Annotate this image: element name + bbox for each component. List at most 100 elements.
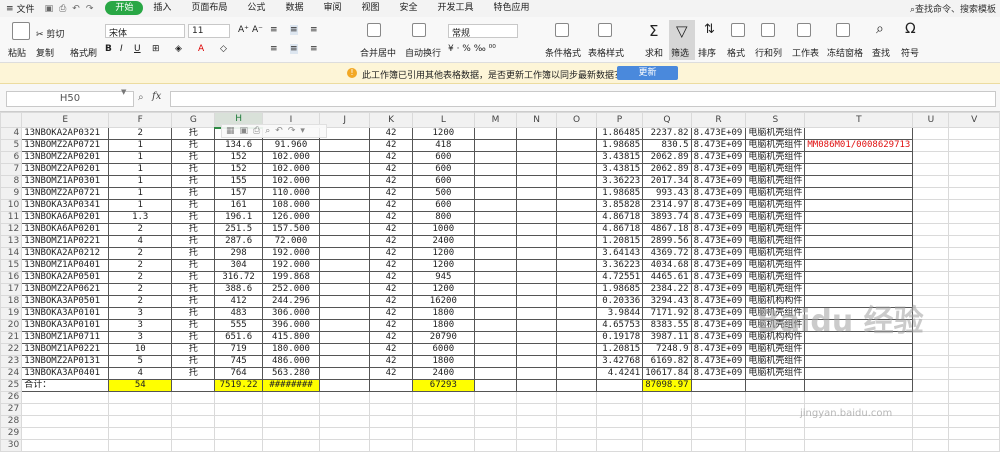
cell-j[interactable] bbox=[319, 415, 371, 428]
cell-j[interactable] bbox=[319, 235, 371, 248]
row-header[interactable]: 6 bbox=[0, 151, 23, 164]
cell-v[interactable] bbox=[948, 367, 1000, 380]
cell-f[interactable]: 2 bbox=[108, 295, 173, 308]
cell-s[interactable] bbox=[745, 415, 806, 428]
cell-n[interactable] bbox=[516, 379, 558, 392]
paste-icon[interactable] bbox=[12, 22, 30, 40]
cell-s[interactable]: 电脑机壳组件 bbox=[745, 235, 806, 248]
cell-g[interactable]: 托 bbox=[171, 127, 216, 140]
function-icon[interactable]: fx bbox=[152, 91, 161, 102]
cell-n[interactable] bbox=[516, 163, 558, 176]
cell-g[interactable]: 托 bbox=[171, 139, 216, 152]
tab-3[interactable]: 公式 bbox=[237, 0, 275, 17]
cell-e[interactable]: 13NBOMZ1AP0221 bbox=[21, 343, 110, 356]
cell-p[interactable] bbox=[595, 427, 644, 440]
cell-r[interactable]: 8.473E+09 bbox=[690, 319, 747, 332]
cell-t[interactable] bbox=[804, 379, 914, 392]
cell-t[interactable] bbox=[804, 427, 914, 440]
row-header[interactable]: 24 bbox=[0, 367, 23, 380]
cell-s[interactable]: 电脑机壳组件 bbox=[745, 139, 806, 152]
cell-n[interactable] bbox=[516, 199, 558, 212]
cell-t[interactable] bbox=[804, 151, 914, 164]
cell-f[interactable]: 2 bbox=[108, 271, 173, 284]
tab-4[interactable]: 数据 bbox=[275, 0, 313, 17]
cell-g[interactable] bbox=[171, 415, 216, 428]
tab-5[interactable]: 审阅 bbox=[313, 0, 351, 17]
cell-q[interactable]: 4867.18 bbox=[642, 223, 692, 236]
cell-n[interactable] bbox=[516, 331, 558, 344]
cell-h[interactable]: 412 bbox=[214, 295, 263, 308]
cell-i[interactable]: 192.000 bbox=[261, 247, 321, 260]
cell-j[interactable] bbox=[319, 271, 371, 284]
align-bottom-icon[interactable]: ≡ bbox=[310, 25, 318, 35]
cell-u[interactable] bbox=[912, 127, 950, 140]
cell-u[interactable] bbox=[912, 259, 950, 272]
cell-q[interactable]: 2899.56 bbox=[642, 235, 692, 248]
cell-t[interactable]: MM086M01/0008629713 bbox=[804, 139, 914, 152]
update-button[interactable]: 更新 bbox=[617, 66, 678, 80]
row-header[interactable]: 10 bbox=[0, 199, 23, 212]
cell-t[interactable] bbox=[804, 223, 914, 236]
cell-v[interactable] bbox=[948, 355, 1000, 368]
row-header[interactable]: 30 bbox=[0, 439, 23, 452]
cell-t[interactable] bbox=[804, 163, 914, 176]
row-header[interactable]: 21 bbox=[0, 331, 23, 344]
more-icon[interactable]: ▾ bbox=[300, 126, 305, 136]
cell-v[interactable] bbox=[948, 319, 1000, 332]
cell-t[interactable] bbox=[804, 259, 914, 272]
cell-k[interactable]: 42 bbox=[369, 175, 413, 188]
cell-v[interactable] bbox=[948, 139, 1000, 152]
cell-f[interactable] bbox=[108, 403, 173, 416]
cell-l[interactable] bbox=[411, 391, 475, 404]
grow-font-icon[interactable]: A⁺ bbox=[238, 25, 249, 35]
cell-h[interactable]: 161 bbox=[214, 199, 263, 212]
cell-r[interactable] bbox=[690, 427, 747, 440]
cell-h[interactable]: 155 bbox=[214, 175, 263, 188]
cell-u[interactable] bbox=[912, 379, 950, 392]
cell-o[interactable] bbox=[556, 211, 597, 224]
cell-j[interactable] bbox=[319, 295, 371, 308]
cell-h[interactable] bbox=[214, 403, 263, 416]
cell-r[interactable]: 8.473E+09 bbox=[690, 331, 747, 344]
row-header[interactable]: 25 bbox=[0, 379, 23, 392]
cell-e[interactable]: 13NBOKA3AP0401 bbox=[21, 367, 110, 380]
cell-v[interactable] bbox=[948, 283, 1000, 296]
cell-q[interactable] bbox=[642, 439, 692, 452]
wrap-text-button[interactable]: 自动换行 bbox=[405, 46, 441, 59]
cell-m[interactable] bbox=[473, 259, 518, 272]
cell-v[interactable] bbox=[948, 211, 1000, 224]
cell-s[interactable] bbox=[745, 439, 806, 452]
cell-l[interactable] bbox=[411, 415, 475, 428]
cell-p[interactable] bbox=[595, 391, 644, 404]
save-icon[interactable]: ▣ bbox=[240, 126, 249, 136]
column-header-k[interactable]: K bbox=[369, 112, 413, 128]
cell-o[interactable] bbox=[556, 439, 597, 452]
cell-o[interactable] bbox=[556, 139, 597, 152]
cell-j[interactable] bbox=[319, 151, 371, 164]
cell-t[interactable] bbox=[804, 343, 914, 356]
cell-r[interactable]: 8.473E+09 bbox=[690, 223, 747, 236]
cell-v[interactable] bbox=[948, 343, 1000, 356]
cell-s[interactable]: 电脑机壳组件 bbox=[745, 211, 806, 224]
cell-r[interactable]: 8.473E+09 bbox=[690, 307, 747, 320]
row-header[interactable]: 8 bbox=[0, 175, 23, 188]
cell-p[interactable]: 1.98685 bbox=[595, 283, 644, 296]
cell-n[interactable] bbox=[516, 187, 558, 200]
cell-m[interactable] bbox=[473, 283, 518, 296]
symbol-button[interactable]: 符号 bbox=[901, 46, 919, 59]
cell-h[interactable]: 152 bbox=[214, 163, 263, 176]
column-header-n[interactable]: N bbox=[516, 112, 558, 128]
cell-q[interactable]: 3987.11 bbox=[642, 331, 692, 344]
cell-k[interactable]: 42 bbox=[369, 343, 413, 356]
cell-q[interactable]: 10617.84 bbox=[642, 367, 692, 380]
cell-u[interactable] bbox=[912, 271, 950, 284]
cell-f[interactable] bbox=[108, 427, 173, 440]
cell-q[interactable]: 2237.82 bbox=[642, 127, 692, 140]
cell-t[interactable] bbox=[804, 127, 914, 140]
cell-l[interactable]: 1200 bbox=[411, 259, 475, 272]
font-size-select[interactable]: 11 bbox=[188, 24, 230, 38]
cell-l[interactable]: 2400 bbox=[411, 367, 475, 380]
cell-m[interactable] bbox=[473, 343, 518, 356]
row-header[interactable]: 20 bbox=[0, 319, 23, 332]
cell-k[interactable]: 42 bbox=[369, 307, 413, 320]
